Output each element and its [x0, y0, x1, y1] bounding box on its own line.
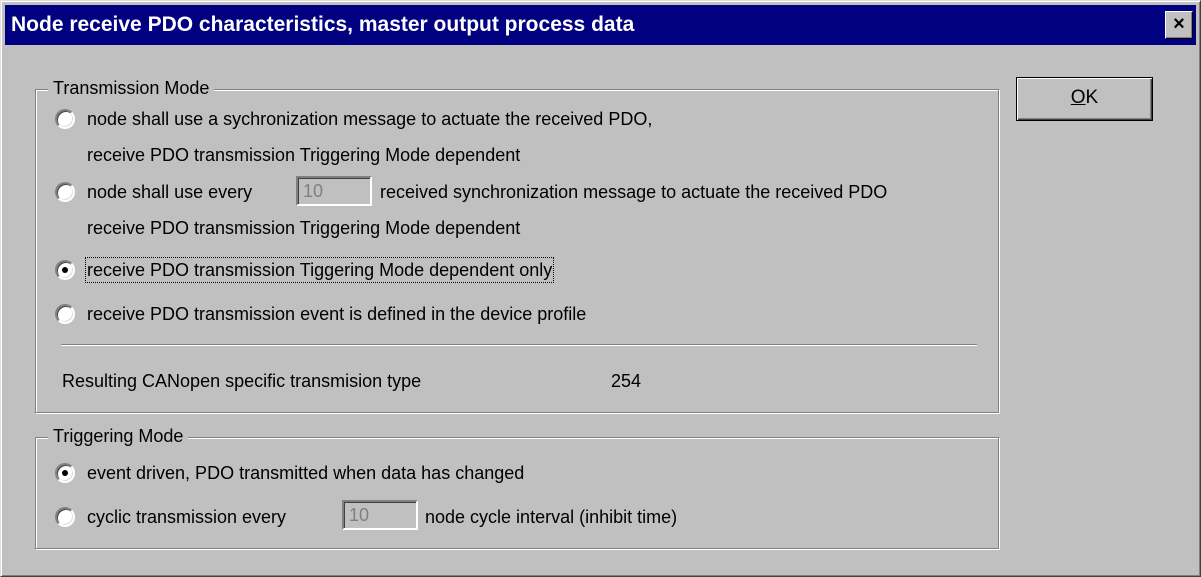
title-bar[interactable]: Node receive PDO characteristics, master… — [5, 5, 1196, 45]
option-event-driven-label: event driven, PDO transmitted when data … — [87, 463, 525, 483]
radio-every-n-sync[interactable] — [55, 182, 75, 202]
option-sync-message-line2: receive PDO transmission Triggering Mode… — [87, 145, 521, 165]
radio-selected-dot — [62, 267, 68, 273]
radio-event-driven[interactable] — [55, 463, 75, 483]
radio-sync-message[interactable] — [55, 109, 75, 129]
close-button[interactable]: × — [1165, 11, 1193, 39]
option-every-n-sync-after: received synchronization message to actu… — [380, 182, 888, 202]
triggering-mode-group: Triggering Mode event driven, PDO transm… — [35, 426, 999, 549]
dialog-window: Node receive PDO characteristics, master… — [0, 0, 1201, 577]
group-separator — [61, 344, 977, 345]
radio-trigger-mode-only[interactable] — [55, 260, 75, 280]
option-sync-message-line1: node shall use a sychronization message … — [87, 109, 653, 129]
triggering-mode-legend: Triggering Mode — [48, 426, 189, 447]
option-cyclic-after: node cycle interval (inhibit time) — [425, 507, 678, 527]
cycle-interval-input[interactable] — [342, 500, 418, 530]
ok-accelerator: O — [1070, 87, 1086, 108]
option-every-n-sync-line2: receive PDO transmission Triggering Mode… — [87, 218, 521, 238]
ok-label-rest: K — [1085, 87, 1099, 108]
close-icon: × — [1173, 13, 1185, 35]
radio-selected-dot — [62, 470, 68, 476]
window-title: Node receive PDO characteristics, master… — [11, 13, 635, 36]
option-cyclic-before: cyclic transmission every — [87, 507, 287, 527]
transmission-mode-group: Transmission Mode node shall use a sychr… — [35, 78, 999, 413]
radio-device-profile[interactable] — [55, 304, 75, 324]
sync-count-input[interactable] — [296, 176, 372, 206]
option-device-profile-label: receive PDO transmission event is define… — [87, 304, 587, 324]
option-trigger-mode-only-label: receive PDO transmission Tiggering Mode … — [84, 257, 555, 283]
transmission-mode-legend: Transmission Mode — [48, 78, 215, 99]
option-every-n-sync-before: node shall use every — [87, 182, 253, 202]
result-type-label: Resulting CANopen specific transmision t… — [62, 371, 422, 391]
radio-cyclic[interactable] — [55, 507, 75, 527]
ok-button[interactable]: OK — [1016, 77, 1153, 121]
result-type-value: 254 — [611, 371, 642, 391]
